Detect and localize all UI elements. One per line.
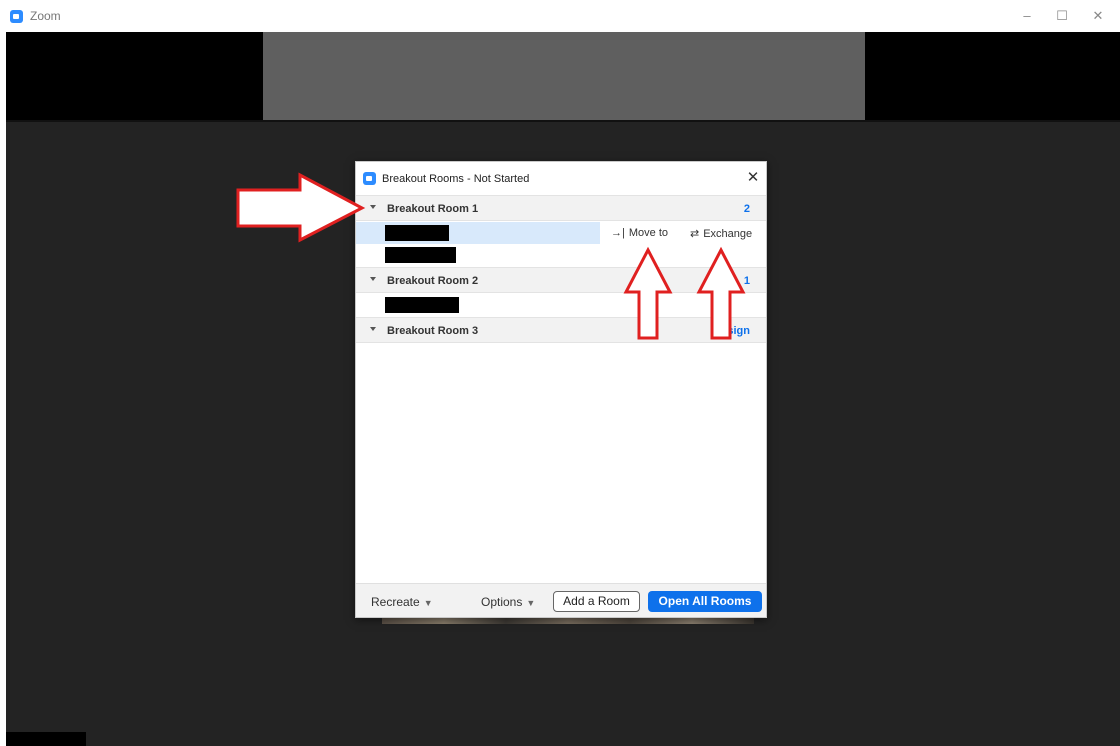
redacted-participant-name [385,247,456,263]
gallery-divider [6,120,1120,122]
dialog-footer: Recreate ▼ Options ▼ Add a Room Open All R… [356,583,766,617]
close-button[interactable]: ✕ [1088,6,1108,26]
chevron-down-icon: ▼ [526,598,536,608]
participant-row[interactable] [356,244,766,266]
room-header-2[interactable]: Breakout Room 2 1 [356,267,766,293]
add-room-button[interactable]: Add a Room [553,591,640,612]
participant-row[interactable] [356,294,766,316]
zoom-logo-icon [363,172,376,185]
assign-link[interactable]: Assign [713,325,750,337]
participant-video-tile[interactable] [263,32,865,120]
recreate-label: Recreate [371,595,420,609]
move-to-button[interactable]: →| Move to [611,227,668,239]
move-to-icon: →| [611,227,625,239]
open-all-rooms-button[interactable]: Open All Rooms [648,591,762,612]
caret-down-icon [370,277,376,281]
room-header-1[interactable]: Breakout Room 1 2 [356,195,766,221]
redacted-participant-name [385,297,459,313]
caret-down-icon [370,327,376,331]
window-titlebar: Zoom – ☐ ✕ [0,0,1120,32]
room-name: Breakout Room 2 [387,275,479,287]
recreate-button[interactable]: Recreate ▼ [371,595,433,609]
zoom-logo-icon [10,10,23,23]
self-view-thumbnail[interactable] [6,732,86,746]
maximize-button[interactable]: ☐ [1052,6,1072,26]
window-title: Zoom [30,9,61,23]
move-to-label: Move to [628,227,668,239]
dialog-titlebar: Breakout Rooms - Not Started ✕ [356,162,766,195]
participant-row[interactable] [356,222,600,244]
room-participant-count: 1 [743,275,750,287]
room-header-3[interactable]: Breakout Room 3 Assign [356,317,766,343]
chevron-down-icon: ▼ [423,598,433,608]
dialog-title: Breakout Rooms - Not Started [382,173,530,185]
exchange-button[interactable]: ⇄ Exchange [690,227,752,240]
redacted-participant-name [385,225,449,241]
options-label: Options [481,595,523,609]
options-button[interactable]: Options ▼ [481,595,535,609]
exchange-icon: ⇄ [690,228,700,240]
minimize-button[interactable]: – [1017,6,1037,26]
exchange-label: Exchange [703,228,753,240]
room-name: Breakout Room 1 [387,203,479,215]
breakout-rooms-dialog: Breakout Rooms - Not Started ✕ Breakout … [355,161,767,618]
room-name: Breakout Room 3 [387,325,479,337]
caret-down-icon [370,205,376,209]
dialog-close-button[interactable]: ✕ [744,169,762,187]
room-participant-count: 2 [743,203,750,215]
